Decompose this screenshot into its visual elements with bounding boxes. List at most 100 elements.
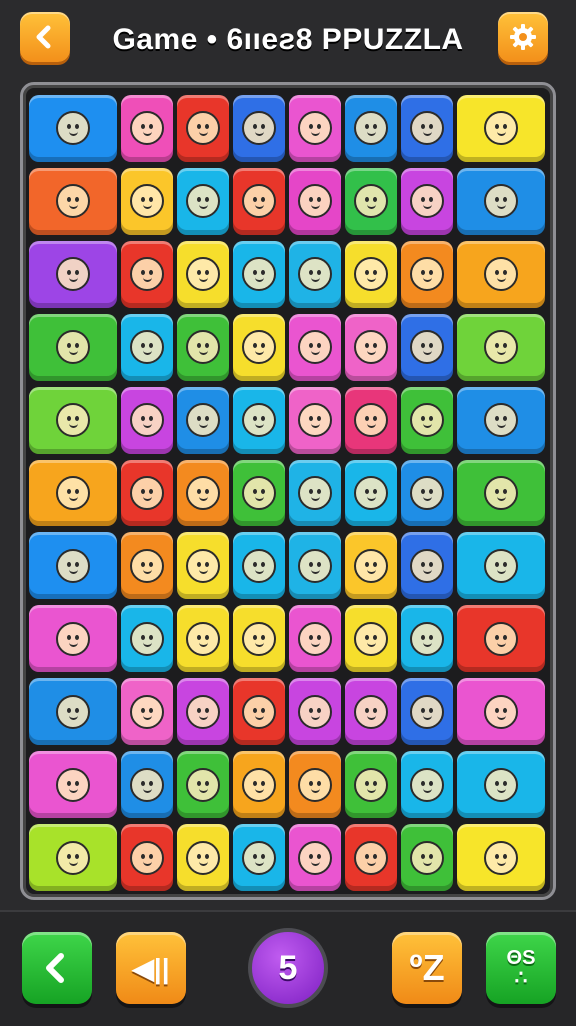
puzzle-tile[interactable] <box>401 240 453 308</box>
puzzle-tile[interactable] <box>289 386 341 454</box>
puzzle-tile[interactable] <box>121 95 173 162</box>
puzzle-tile[interactable] <box>401 751 453 819</box>
grid-button[interactable]: ΘS ∴ <box>486 932 556 1004</box>
puzzle-tile[interactable] <box>121 313 173 381</box>
puzzle-tile[interactable] <box>121 386 173 454</box>
puzzle-tile[interactable] <box>177 95 229 162</box>
puzzle-tile[interactable] <box>29 605 117 673</box>
puzzle-tile[interactable] <box>177 167 229 235</box>
puzzle-tile[interactable] <box>233 386 285 454</box>
puzzle-tile[interactable] <box>29 459 117 527</box>
puzzle-tile[interactable] <box>345 459 397 527</box>
animal-face-icon <box>130 548 164 583</box>
puzzle-tile[interactable] <box>345 313 397 381</box>
puzzle-tile[interactable] <box>401 824 453 891</box>
puzzle-tile[interactable] <box>401 459 453 527</box>
puzzle-tile[interactable] <box>457 313 545 381</box>
animal-face-icon <box>484 621 518 656</box>
puzzle-tile[interactable] <box>289 605 341 673</box>
puzzle-tile[interactable] <box>457 678 545 746</box>
puzzle-tile[interactable] <box>121 240 173 308</box>
puzzle-tile[interactable] <box>233 532 285 600</box>
back-button[interactable] <box>20 12 70 62</box>
puzzle-tile[interactable] <box>345 386 397 454</box>
puzzle-tile[interactable] <box>345 824 397 891</box>
sound-button[interactable]: ◀|| <box>116 932 186 1004</box>
puzzle-tile[interactable] <box>457 167 545 235</box>
puzzle-tile[interactable] <box>29 240 117 308</box>
puzzle-tile[interactable] <box>233 678 285 746</box>
puzzle-tile[interactable] <box>29 313 117 381</box>
animal-face-icon <box>298 840 332 875</box>
puzzle-tile[interactable] <box>121 167 173 235</box>
puzzle-tile[interactable] <box>345 95 397 162</box>
puzzle-tile[interactable] <box>233 751 285 819</box>
puzzle-tile[interactable] <box>401 95 453 162</box>
puzzle-tile[interactable] <box>401 532 453 600</box>
puzzle-tile[interactable] <box>121 532 173 600</box>
puzzle-tile[interactable] <box>457 532 545 600</box>
puzzle-tile[interactable] <box>29 386 117 454</box>
puzzle-tile[interactable] <box>345 605 397 673</box>
previous-button[interactable] <box>22 932 92 1004</box>
puzzle-tile[interactable] <box>401 605 453 673</box>
sound-label: ◀|| <box>132 952 170 984</box>
puzzle-tile[interactable] <box>233 95 285 162</box>
puzzle-tile[interactable] <box>233 313 285 381</box>
puzzle-tile[interactable] <box>233 605 285 673</box>
puzzle-tile[interactable] <box>457 459 545 527</box>
puzzle-tile[interactable] <box>29 678 117 746</box>
puzzle-tile[interactable] <box>401 386 453 454</box>
hint-button[interactable]: ºZ <box>392 932 462 1004</box>
puzzle-tile[interactable] <box>457 95 545 162</box>
puzzle-tile[interactable] <box>29 532 117 600</box>
puzzle-tile[interactable] <box>121 605 173 673</box>
puzzle-tile[interactable] <box>289 240 341 308</box>
puzzle-tile[interactable] <box>121 751 173 819</box>
puzzle-tile[interactable] <box>457 240 545 308</box>
moves-counter[interactable]: 5 <box>248 928 328 1008</box>
puzzle-tile[interactable] <box>121 678 173 746</box>
puzzle-tile[interactable] <box>457 386 545 454</box>
puzzle-tile[interactable] <box>457 605 545 673</box>
puzzle-tile[interactable] <box>401 167 453 235</box>
puzzle-tile[interactable] <box>289 824 341 891</box>
puzzle-tile[interactable] <box>177 459 229 527</box>
puzzle-tile[interactable] <box>345 678 397 746</box>
puzzle-tile[interactable] <box>289 167 341 235</box>
puzzle-tile[interactable] <box>457 751 545 819</box>
puzzle-tile[interactable] <box>289 95 341 162</box>
puzzle-tile[interactable] <box>401 313 453 381</box>
puzzle-tile[interactable] <box>29 751 117 819</box>
puzzle-tile[interactable] <box>233 459 285 527</box>
puzzle-tile[interactable] <box>177 386 229 454</box>
puzzle-tile[interactable] <box>177 532 229 600</box>
puzzle-tile[interactable] <box>177 751 229 819</box>
puzzle-tile[interactable] <box>233 240 285 308</box>
puzzle-tile[interactable] <box>121 824 173 891</box>
puzzle-tile[interactable] <box>345 240 397 308</box>
puzzle-tile[interactable] <box>233 167 285 235</box>
puzzle-tile[interactable] <box>289 459 341 527</box>
puzzle-tile[interactable] <box>177 313 229 381</box>
puzzle-tile[interactable] <box>177 605 229 673</box>
puzzle-tile[interactable] <box>177 240 229 308</box>
puzzle-tile[interactable] <box>29 824 117 891</box>
puzzle-tile[interactable] <box>289 532 341 600</box>
puzzle-tile[interactable] <box>457 824 545 891</box>
puzzle-tile[interactable] <box>177 824 229 891</box>
puzzle-tile[interactable] <box>121 459 173 527</box>
puzzle-tile[interactable] <box>345 167 397 235</box>
puzzle-tile[interactable] <box>289 313 341 381</box>
puzzle-tile[interactable] <box>345 532 397 600</box>
puzzle-tile[interactable] <box>29 95 117 162</box>
puzzle-tile[interactable] <box>289 678 341 746</box>
chevron-left-icon <box>36 25 51 49</box>
settings-button[interactable] <box>498 12 548 62</box>
puzzle-tile[interactable] <box>401 678 453 746</box>
puzzle-tile[interactable] <box>289 751 341 819</box>
puzzle-tile[interactable] <box>29 167 117 235</box>
puzzle-tile[interactable] <box>233 824 285 891</box>
puzzle-tile[interactable] <box>345 751 397 819</box>
puzzle-tile[interactable] <box>177 678 229 746</box>
